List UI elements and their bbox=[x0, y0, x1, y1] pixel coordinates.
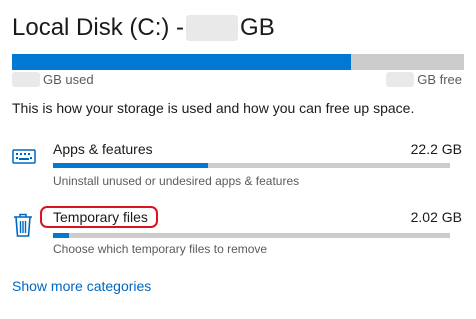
category-name: Apps & features bbox=[53, 141, 153, 157]
redacted-used-value bbox=[12, 72, 40, 87]
redacted-capacity bbox=[186, 15, 239, 41]
redacted-free-value bbox=[386, 72, 415, 87]
free-space-label: GB free bbox=[386, 72, 462, 87]
storage-usage-bar bbox=[12, 54, 464, 70]
used-space-label: GB used bbox=[12, 72, 94, 87]
free-label-text: GB free bbox=[417, 72, 462, 87]
page-title: Local Disk (C:) - GB bbox=[12, 14, 275, 42]
category-description: Choose which temporary files to remove bbox=[53, 242, 268, 256]
title-suffix: GB bbox=[240, 14, 275, 41]
used-label-text: GB used bbox=[43, 72, 94, 87]
category-usage-bar bbox=[53, 163, 450, 168]
title-prefix: Local Disk (C:) - bbox=[12, 14, 185, 41]
keyboard-icon bbox=[12, 148, 36, 171]
category-size: 2.02 GB bbox=[410, 209, 462, 225]
trash-icon bbox=[12, 212, 34, 243]
category-apps-features[interactable]: Apps & features 22.2 GB Uninstall unused… bbox=[0, 138, 476, 198]
highlight-annotation bbox=[40, 206, 158, 228]
category-usage-bar bbox=[53, 233, 450, 238]
category-size: 22.2 GB bbox=[410, 141, 462, 157]
category-description: Uninstall unused or undesired apps & fea… bbox=[53, 174, 300, 188]
storage-usage-fill bbox=[12, 54, 351, 70]
category-usage-fill bbox=[53, 163, 208, 168]
show-more-categories-link[interactable]: Show more categories bbox=[12, 278, 151, 294]
category-usage-fill bbox=[53, 233, 69, 238]
storage-description: This is how your storage is used and how… bbox=[12, 100, 415, 116]
